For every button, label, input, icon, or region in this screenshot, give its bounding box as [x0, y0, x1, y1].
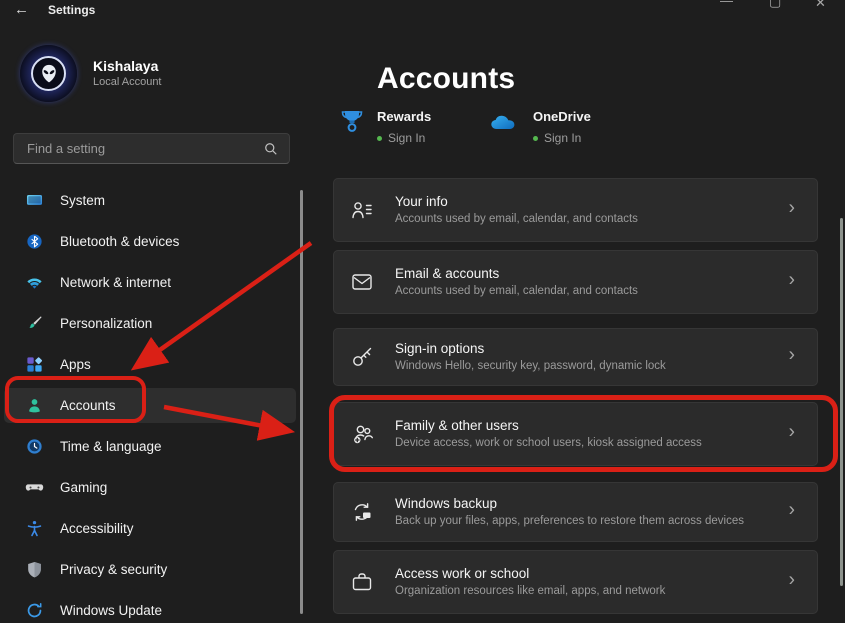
- sidebar-item-accessibility[interactable]: Accessibility: [4, 508, 296, 549]
- sidebar-item-label: Privacy & security: [60, 562, 167, 577]
- card-your-info[interactable]: Your info Accounts used by email, calend…: [333, 178, 818, 242]
- sidebar-item-time-language[interactable]: Time & language: [4, 426, 296, 467]
- personalization-icon: [25, 314, 44, 333]
- card-access-work-school[interactable]: Access work or school Organization resou…: [333, 550, 818, 614]
- card-title: Windows backup: [395, 495, 817, 512]
- alien-logo-icon: [31, 56, 66, 91]
- rewards-service[interactable]: Rewards Sign In: [340, 108, 431, 145]
- card-subtitle: Device access, work or school users, kio…: [395, 436, 817, 451]
- sidebar-item-label: Apps: [60, 357, 91, 372]
- card-title: Family & other users: [395, 417, 817, 434]
- search-input[interactable]: [14, 141, 264, 156]
- backup-sync-icon: [350, 500, 374, 524]
- sidebar-scrollbar[interactable]: [300, 190, 303, 614]
- sidebar-item-label: Accessibility: [60, 521, 134, 536]
- main-scrollbar[interactable]: [840, 218, 843, 586]
- sidebar-item-label: Accounts: [60, 398, 116, 413]
- network-icon: [25, 273, 44, 292]
- sidebar-item-personalization[interactable]: Personalization: [4, 303, 296, 344]
- sidebar-item-apps[interactable]: Apps: [4, 344, 296, 385]
- sidebar-item-network[interactable]: Network & internet: [4, 262, 296, 303]
- card-subtitle: Organization resources like email, apps,…: [395, 584, 817, 599]
- sidebar-item-privacy[interactable]: Privacy & security: [4, 549, 296, 590]
- status-dot: [533, 136, 538, 141]
- card-subtitle: Accounts used by email, calendar, and co…: [395, 284, 817, 299]
- profile-name: Kishalaya: [93, 58, 162, 75]
- sidebar-item-label: Windows Update: [60, 603, 162, 618]
- card-subtitle: Back up your files, apps, preferences to…: [395, 514, 817, 529]
- gaming-icon: [25, 478, 44, 497]
- email-icon: [350, 270, 374, 294]
- bluetooth-icon: [25, 232, 44, 251]
- avatar: [20, 45, 77, 102]
- your-info-icon: [350, 198, 374, 222]
- system-icon: [25, 191, 44, 210]
- sidebar-item-label: Bluetooth & devices: [60, 234, 179, 249]
- chevron-right-icon: ›: [789, 198, 795, 220]
- sidebar-item-accounts[interactable]: Accounts: [4, 388, 296, 423]
- card-title: Sign-in options: [395, 340, 817, 357]
- card-email-accounts[interactable]: Email & accounts Accounts used by email,…: [333, 250, 818, 314]
- sidebar-item-label: Time & language: [60, 439, 162, 454]
- card-signin-options[interactable]: Sign-in options Windows Hello, security …: [333, 328, 818, 386]
- onedrive-label: OneDrive: [533, 109, 591, 124]
- status-dot: [377, 136, 382, 141]
- briefcase-icon: [350, 570, 374, 594]
- page-title: Accounts: [377, 62, 515, 96]
- settings-window: ← Settings — ▢ ✕ Kishalaya Local Account: [0, 0, 845, 623]
- card-title: Your info: [395, 193, 817, 210]
- sidebar-item-system[interactable]: System: [4, 180, 296, 221]
- update-icon: [25, 601, 44, 620]
- rewards-icon: [340, 108, 364, 145]
- chevron-right-icon: ›: [789, 570, 795, 592]
- minimize-button[interactable]: —: [720, 0, 733, 8]
- onedrive-icon: [489, 112, 520, 145]
- sidebar-item-label: Network & internet: [60, 275, 171, 290]
- search-box[interactable]: [13, 133, 290, 164]
- rewards-label: Rewards: [377, 109, 431, 124]
- sidebar-item-label: Personalization: [60, 316, 152, 331]
- card-title: Access work or school: [395, 565, 817, 582]
- sidebar-item-label: Gaming: [60, 480, 107, 495]
- sidebar-item-windows-update[interactable]: Windows Update: [4, 590, 296, 623]
- card-family-other-users[interactable]: Family & other users Device access, work…: [333, 402, 818, 466]
- onedrive-signin[interactable]: Sign In: [533, 131, 591, 145]
- chevron-right-icon: ›: [789, 270, 795, 292]
- close-button[interactable]: ✕: [815, 0, 826, 11]
- sidebar-item-gaming[interactable]: Gaming: [4, 467, 296, 508]
- key-icon: [350, 345, 374, 369]
- card-windows-backup[interactable]: Windows backup Back up your files, apps,…: [333, 482, 818, 542]
- accounts-icon: [25, 396, 44, 415]
- accessibility-icon: [25, 519, 44, 538]
- sidebar-item-label: System: [60, 193, 105, 208]
- card-subtitle: Windows Hello, security key, password, d…: [395, 359, 817, 374]
- back-button[interactable]: ←: [14, 1, 29, 18]
- time-icon: [25, 437, 44, 456]
- privacy-shield-icon: [25, 560, 44, 579]
- sidebar-item-bluetooth[interactable]: Bluetooth & devices: [4, 221, 296, 262]
- profile-account-type: Local Account: [93, 75, 162, 90]
- rewards-signin[interactable]: Sign In: [377, 131, 431, 145]
- card-title: Email & accounts: [395, 265, 817, 282]
- window-title: Settings: [48, 3, 95, 17]
- card-subtitle: Accounts used by email, calendar, and co…: [395, 212, 817, 227]
- family-users-icon: [350, 422, 374, 446]
- profile-text: Kishalaya Local Account: [93, 58, 162, 90]
- chevron-right-icon: ›: [789, 422, 795, 444]
- user-profile[interactable]: Kishalaya Local Account: [20, 45, 162, 102]
- maximize-button[interactable]: ▢: [769, 0, 781, 10]
- apps-icon: [25, 355, 44, 374]
- onedrive-service[interactable]: OneDrive Sign In: [489, 108, 591, 145]
- chevron-right-icon: ›: [789, 500, 795, 522]
- titlebar: ← Settings — ▢ ✕: [0, 0, 845, 28]
- chevron-right-icon: ›: [789, 345, 795, 367]
- search-icon[interactable]: [264, 142, 278, 156]
- sidebar-nav: System Bluetooth & devices Network & int…: [0, 180, 300, 623]
